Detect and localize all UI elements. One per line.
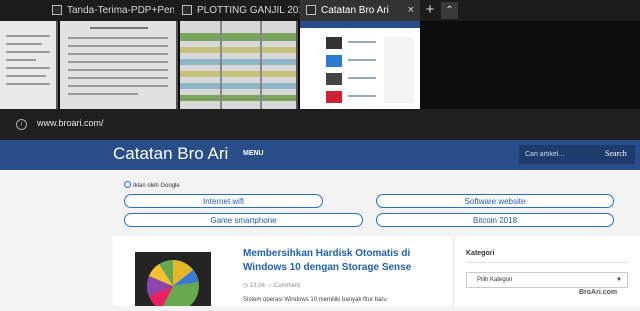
page-icon — [306, 5, 316, 15]
post-card: Membersihkan Hardisk Otomatis di Windows… — [113, 236, 452, 311]
tab-label: Catatan Bro Ari — [321, 5, 389, 16]
address-bar[interactable]: i www.broari.com/ — [0, 109, 640, 140]
chevron-down-icon: ▼ — [616, 277, 622, 283]
address-url[interactable]: www.broari.com/ — [37, 118, 104, 128]
ad-label-text: Iklan oleh Google — [133, 183, 180, 189]
category-select-value: Pilih Kategori — [477, 277, 513, 283]
divider — [466, 262, 628, 263]
post-excerpt: Sistem operasi Windows 10 memiliki banya… — [243, 297, 387, 303]
tab-plotting[interactable]: PLOTTING GANJIL 2018-201 — [182, 0, 300, 21]
ad-link-game-smartphone[interactable]: Game smartphone — [124, 213, 363, 227]
post-comment-link[interactable]: Comment — [274, 283, 300, 289]
ad-link-software-website[interactable]: Software website — [376, 194, 614, 208]
tab-label: PLOTTING GANJIL 2018-201 — [197, 5, 300, 16]
tab-strip: Tanda-Terima-PDP+Pengma PLOTTING GANJIL … — [0, 0, 640, 21]
sidebar-title: Kategori — [466, 250, 495, 257]
search-box: Search — [519, 145, 635, 164]
ad-link-bitcoin-2018[interactable]: Bitcoin 2018 — [376, 213, 614, 227]
watermark: BroAri.com — [579, 289, 618, 296]
tab-previews — [0, 21, 640, 109]
ad-info-icon[interactable] — [124, 181, 131, 188]
info-icon[interactable]: i — [16, 119, 27, 130]
post-meta: ◷ 13.04 ▭Comment — [243, 282, 300, 289]
ad-label: Iklan oleh Google — [124, 181, 180, 189]
clock-icon: ◷ — [243, 283, 249, 289]
post-thumbnail[interactable] — [135, 252, 211, 311]
tab-preview-1[interactable] — [0, 21, 58, 109]
page-body: Iklan oleh Google Internet wifi Software… — [0, 170, 640, 311]
document-icon — [182, 5, 192, 15]
new-tab-button[interactable]: + — [421, 0, 439, 21]
menu-button[interactable]: MENU — [243, 150, 264, 157]
chevron-up-icon[interactable]: ⌃ — [441, 2, 458, 19]
tab-catatan-bro-ari[interactable]: Catatan Bro Ari × — [300, 0, 420, 21]
post-time: 13.04 — [249, 283, 265, 289]
tab-tanda-terima[interactable]: Tanda-Terima-PDP+Pengma — [52, 0, 174, 21]
document-icon — [52, 5, 62, 15]
tab-preview-2[interactable] — [60, 21, 178, 109]
tab-preview-3[interactable] — [180, 21, 298, 109]
site-header: Catatan Bro Ari MENU Search — [0, 140, 640, 170]
search-input[interactable] — [519, 145, 599, 164]
post-title[interactable]: Membersihkan Hardisk Otomatis di Windows… — [243, 247, 413, 275]
tab-preview-4[interactable] — [300, 21, 420, 109]
search-button[interactable]: Search — [605, 149, 627, 158]
close-icon[interactable]: × — [408, 0, 414, 21]
tab-label: Tanda-Terima-PDP+Pengma — [67, 5, 174, 16]
site-title[interactable]: Catatan Bro Ari — [113, 144, 228, 164]
category-select[interactable]: Pilih Kategori ▼ — [466, 272, 628, 288]
ad-link-internet-wifi[interactable]: Internet wifi — [124, 194, 323, 208]
pie-chart-image — [147, 260, 199, 311]
